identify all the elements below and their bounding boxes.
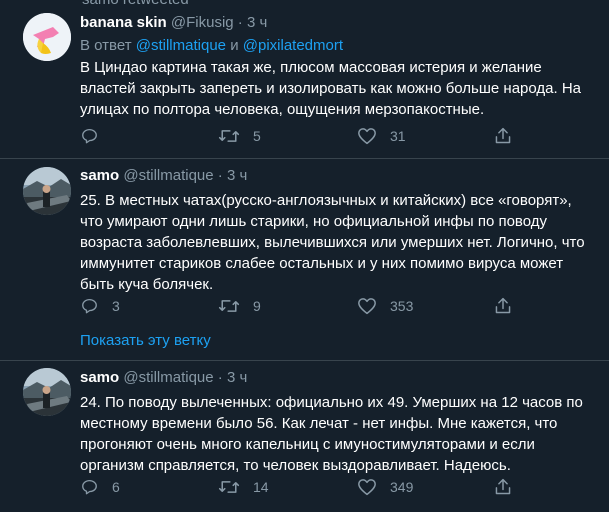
author-name[interactable]: samo <box>80 167 119 184</box>
share-icon <box>495 478 511 495</box>
share-icon <box>495 297 511 314</box>
avatar-image-icon <box>23 13 71 61</box>
like-button[interactable]: 353 <box>357 297 413 315</box>
separator-dot: · <box>237 14 243 31</box>
share-button[interactable] <box>494 297 512 315</box>
tweet-samo-25[interactable]: samo @stillmatique · 3 ч 25. В местных ч… <box>0 159 609 359</box>
like-icon <box>358 128 376 145</box>
reply-count: 3 <box>112 298 120 314</box>
reply-icon <box>82 298 97 314</box>
retweet-button[interactable]: 14 <box>218 478 269 496</box>
reply-button[interactable]: 6 <box>80 478 120 496</box>
retweet-count: 9 <box>253 298 261 314</box>
avatar[interactable] <box>23 13 71 61</box>
retweet-count: 5 <box>253 128 261 144</box>
reply-mention-stillmatique[interactable]: @stillmatique <box>136 37 226 54</box>
retweet-icon <box>218 300 240 312</box>
share-icon <box>495 127 511 144</box>
avatar[interactable] <box>23 167 71 215</box>
show-thread-link[interactable]: Показать эту ветку <box>80 332 211 349</box>
reply-context: В ответ @stillmatique и @pixilatedmort <box>80 36 595 56</box>
tweet-time[interactable]: 3 ч <box>227 167 247 184</box>
retweet-icon <box>218 481 240 493</box>
retweet-button[interactable]: 9 <box>218 297 261 315</box>
like-button[interactable]: 349 <box>357 478 413 496</box>
tweet-text: 24. По поводу вылеченных: официально их … <box>80 394 583 474</box>
reply-and: и <box>230 37 239 54</box>
author-handle[interactable]: @Fikusig <box>171 14 234 31</box>
tweet-text: В Циндао картина такая же, плюсом массов… <box>80 59 581 118</box>
retweet-button[interactable]: 5 <box>218 127 261 145</box>
avatar-photo-icon <box>23 167 71 215</box>
avatar-photo-icon <box>23 368 71 416</box>
author-handle[interactable]: @stillmatique <box>123 369 213 386</box>
like-icon <box>358 479 376 496</box>
reply-button[interactable] <box>80 127 112 145</box>
reply-count: 6 <box>112 479 120 495</box>
share-button[interactable] <box>494 127 512 145</box>
tweet-samo-24[interactable]: samo @stillmatique · 3 ч 24. По поводу в… <box>0 361 609 512</box>
reply-button[interactable]: 3 <box>80 297 120 315</box>
reply-mention-pixilatedmort[interactable]: @pixilatedmort <box>243 37 343 54</box>
like-count: 31 <box>390 128 406 144</box>
like-count: 353 <box>390 298 414 314</box>
like-icon <box>358 298 376 315</box>
like-button[interactable]: 31 <box>357 127 406 145</box>
reply-icon <box>82 128 97 144</box>
reply-icon <box>82 479 97 495</box>
tweet-time[interactable]: 3 ч <box>247 14 267 31</box>
tweet-time[interactable]: 3 ч <box>227 369 247 386</box>
like-count: 349 <box>390 479 414 495</box>
separator-dot: · <box>217 369 223 386</box>
retweet-icon <box>218 130 240 142</box>
author-name[interactable]: banana skin <box>80 14 167 31</box>
reply-prefix: В ответ <box>80 37 132 54</box>
tweet-banana-skin[interactable]: banana skin @Fikusig · 3 ч В ответ @stil… <box>0 0 609 159</box>
avatar[interactable] <box>23 368 71 416</box>
author-name[interactable]: samo <box>80 369 119 386</box>
author-handle[interactable]: @stillmatique <box>123 167 213 184</box>
retweet-count: 14 <box>253 479 269 495</box>
share-button[interactable] <box>494 478 512 496</box>
separator-dot: · <box>217 167 223 184</box>
tweet-text: 25. В местных чатах(русско-англоязычных … <box>80 192 585 293</box>
